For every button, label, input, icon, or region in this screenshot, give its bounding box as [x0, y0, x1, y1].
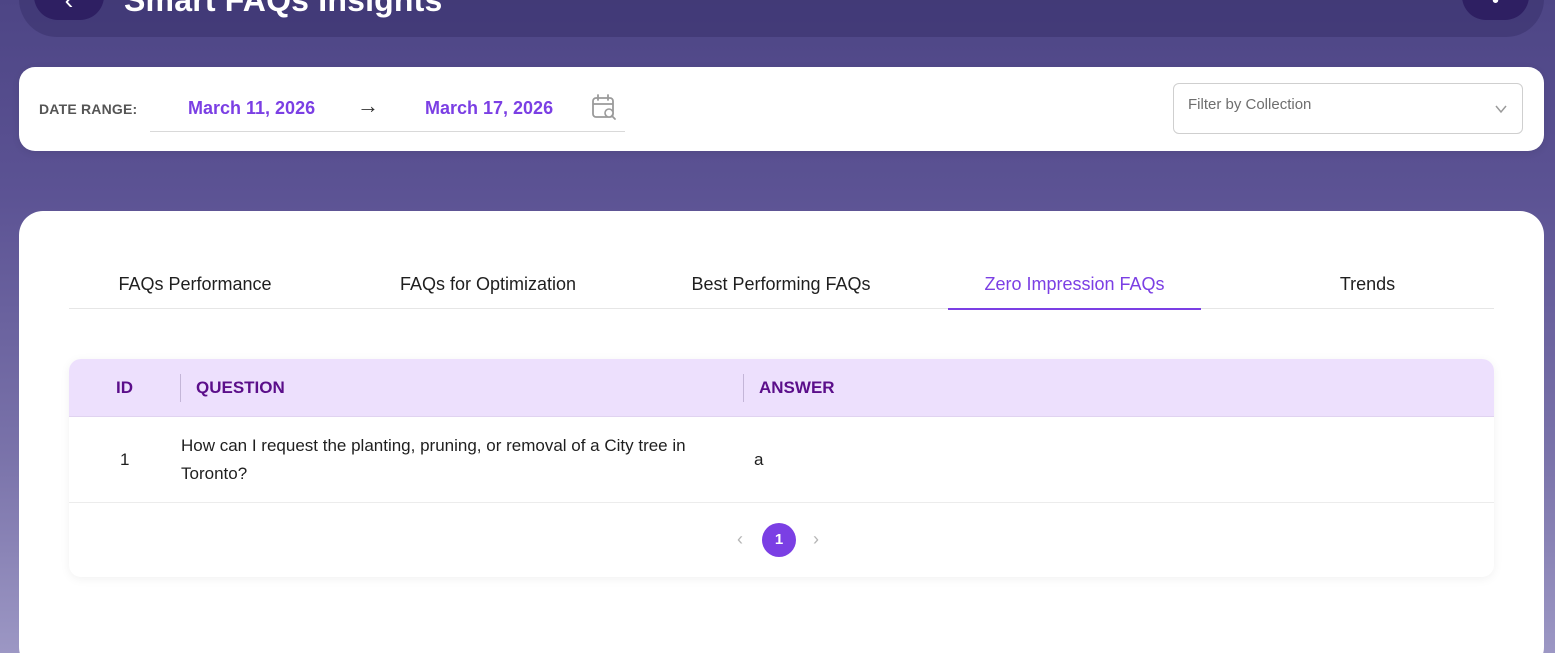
collection-filter-placeholder: Filter by Collection [1188, 96, 1312, 113]
arrow-right-icon: → [357, 93, 379, 118]
collection-filter-select[interactable]: Filter by Collection [1173, 83, 1523, 134]
end-date[interactable]: March 17, 2026 [425, 98, 553, 119]
chevron-left-icon[interactable]: ‹ [730, 527, 750, 551]
chevron-right-icon[interactable]: › [806, 527, 826, 551]
user-icon: • [1491, 0, 1499, 12]
start-date[interactable]: March 11, 2026 [188, 98, 315, 119]
table-row[interactable]: 1 How can I request the planting, prunin… [69, 417, 1494, 503]
date-range-label: DATE RANGE: [39, 101, 138, 117]
tab-faqs-for-optimization[interactable]: FAQs for Optimization [362, 266, 614, 309]
page-title: Smart FAQs Insights [124, 0, 443, 18]
table-header: ID QUESTION ANSWER [69, 359, 1494, 417]
column-header-id: ID [116, 378, 133, 397]
main-content-card: FAQs Performance FAQs for Optimization B… [19, 211, 1544, 653]
row-answer: a [754, 450, 764, 469]
row-question: How can I request the planting, pruning,… [181, 436, 686, 483]
page-button-current[interactable]: 1 [762, 523, 796, 557]
tab-zero-impression-faqs[interactable]: Zero Impression FAQs [948, 266, 1201, 310]
zero-impression-table: ID QUESTION ANSWER 1 How can I request t… [69, 359, 1494, 577]
tab-trends[interactable]: Trends [1241, 266, 1494, 309]
chevron-down-icon [1495, 105, 1507, 114]
column-divider [180, 374, 181, 402]
back-icon: ‹ [64, 0, 74, 15]
tab-best-performing-faqs[interactable]: Best Performing FAQs [655, 266, 907, 309]
row-id: 1 [120, 450, 130, 469]
tab-bar: FAQs Performance FAQs for Optimization B… [69, 266, 1494, 310]
tab-faqs-performance[interactable]: FAQs Performance [69, 266, 321, 309]
date-range-picker[interactable]: March 11, 2026 → March 17, 2026 [150, 87, 625, 132]
column-header-answer: ANSWER [759, 378, 835, 397]
column-divider [743, 374, 744, 402]
filter-bar: DATE RANGE: March 11, 2026 → March 17, 2… [19, 67, 1544, 151]
calendar-search-icon[interactable] [590, 93, 618, 121]
column-header-question: QUESTION [196, 378, 285, 397]
pagination: ‹ 1 › [69, 503, 1494, 577]
